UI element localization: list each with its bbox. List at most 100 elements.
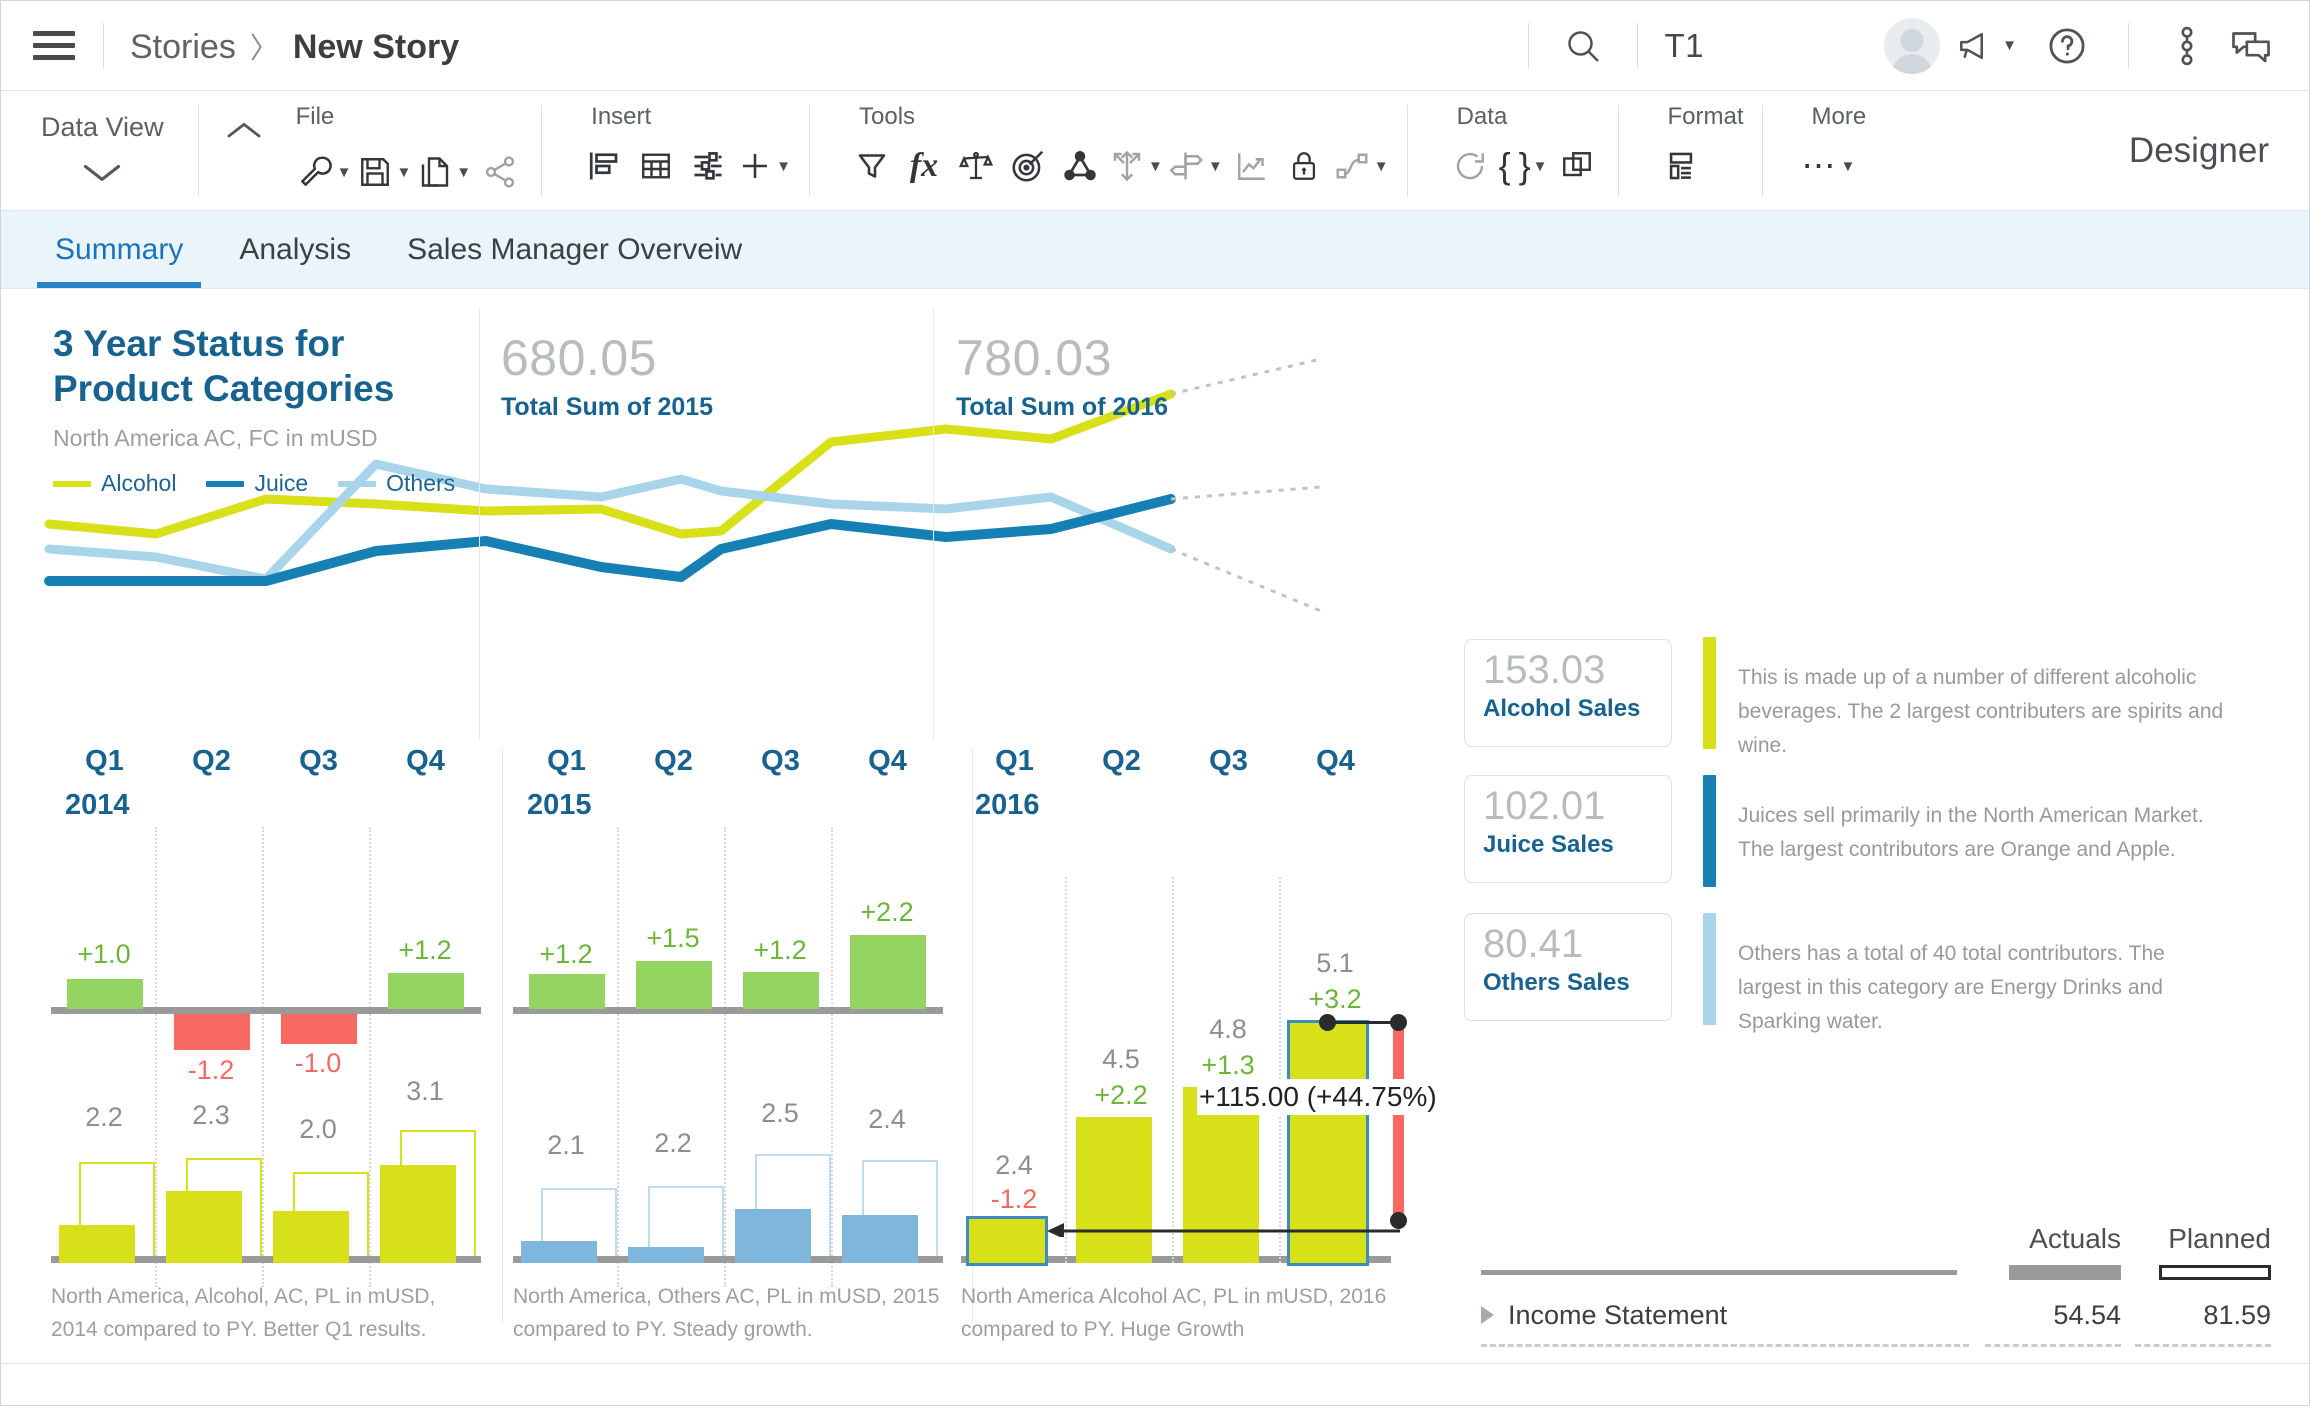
column-header-actuals[interactable]: Actuals [1971,1223,2121,1255]
variance-label: +2.2 [1094,1080,1148,1110]
row-label: Income Statement [1508,1299,1728,1330]
scales-icon[interactable] [953,142,999,190]
tab-label: Analysis [239,232,352,266]
panel-year: 2016 [975,789,1040,821]
cell-planned: 81.59 [2203,1299,2271,1330]
network-icon[interactable] [1057,142,1103,190]
help-icon[interactable] [2032,25,2102,67]
delta-indicator-bar [1393,1021,1404,1221]
legend-swatch [53,480,91,487]
chart-title-line2: Product Categories [53,368,395,410]
variance-label: -1.2 [990,1184,1038,1214]
search-icon[interactable] [1555,26,1611,66]
quarter-header: Q1 [547,745,586,777]
arrows-icon[interactable]: ▼ [1109,142,1163,190]
quarter-header: Q1 [995,745,1034,777]
actual-label: 2.1 [547,1130,585,1160]
chevron-down-icon: ▼ [1840,157,1856,175]
actual-label: 2.5 [761,1098,799,1128]
copy-icon[interactable]: ▼ [417,148,471,196]
actual-bar[interactable] [966,1216,1048,1266]
data-view-label: Data View [41,111,164,142]
total-value: 680.05 [501,330,657,386]
ribbon-group-title: File [295,103,335,130]
chevron-down-icon[interactable] [80,159,124,190]
legend-item-others[interactable]: Others [338,470,455,497]
avatar[interactable] [1884,17,1940,74]
quarter-header: Q1 [85,745,124,777]
header-rule [1481,1270,1957,1275]
designer-button[interactable]: Designer [2109,91,2309,210]
tab-sales-manager-overview[interactable]: Sales Manager Overveiw [379,211,770,288]
wrench-icon[interactable]: ▼ [296,148,352,196]
actual-bar [628,1247,704,1263]
trend-icon[interactable] [1229,142,1275,190]
quarter-headers: Q1 Q2 Q3 Q4 [961,745,1391,778]
save-icon[interactable]: ▼ [357,148,411,196]
user-tenant-label[interactable]: T1 [1664,27,1704,65]
plus-icon[interactable]: ▼ [737,142,791,190]
panel-divider [479,309,480,739]
layout-icon[interactable] [1658,142,1704,190]
chevron-down-icon: ▼ [1532,157,1548,175]
expand-triangle-icon[interactable] [1481,1306,1494,1324]
target-icon[interactable] [1005,142,1051,190]
chat-icon[interactable] [2219,26,2283,66]
legend-label: Juice [254,470,309,497]
breadcrumb-separator-icon: 〉 [249,32,279,65]
actual-label: 2.4 [995,1150,1033,1180]
flow-icon[interactable]: ▼ [1333,142,1389,190]
variance-bar [388,973,464,1009]
controls-icon[interactable] [685,142,731,190]
variance-bar [174,1014,250,1050]
divider [1637,22,1639,69]
breadcrumb-root[interactable]: Stories [130,28,236,67]
formula-icon[interactable]: fx [901,142,947,190]
ribbon-group-title: Insert [591,103,652,130]
panel-caption: North America, Alcohol, AC, PL in mUSD, … [51,1284,436,1342]
table-icon[interactable] [633,142,679,190]
chevron-down-icon: ▼ [336,163,352,181]
chevron-up-icon[interactable] [224,103,274,143]
actual-plan-area: 2.1 2.2 2.5 2.4 [513,1048,943,1263]
panel-year: 2014 [65,789,130,821]
legend-item-alcohol[interactable]: Alcohol [53,470,176,497]
legend-item-juice[interactable]: Juice [206,470,308,497]
signpost-icon[interactable]: ▼ [1169,142,1223,190]
ribbon-group-data: Data { } ▼ [1406,91,1618,210]
actual-bar [842,1215,918,1263]
total-label: Total Sum of 2016 [956,393,1169,421]
ellipsis-icon[interactable]: ⋯ ▼ [1802,142,1856,190]
hamburger-icon[interactable] [31,27,77,64]
filter-icon[interactable] [849,142,895,190]
data-view-group[interactable]: Data View [7,91,198,210]
quarter-header: Q2 [192,745,231,777]
tab-summary[interactable]: Summary [27,211,211,288]
actual-bar[interactable] [1076,1117,1152,1263]
legend-label: Alcohol [101,470,177,497]
total-label: Total Sum of 2015 [501,393,714,421]
chart-header: 3 Year Status for Product Categories Nor… [53,321,473,497]
braces-icon[interactable]: { } ▼ [1499,142,1548,190]
chart-legend: Alcohol Juice Others [53,470,473,497]
column-header-planned[interactable]: Planned [2121,1223,2271,1255]
table-row[interactable]: Income Statement 54.54 81.59 [1481,1286,2271,1344]
layers-icon[interactable] [1554,142,1600,190]
chart-icon[interactable] [581,142,627,190]
quarter-header: Q3 [1209,745,1248,777]
cell-actuals: 54.54 [2053,1299,2121,1330]
lock-icon[interactable] [1281,142,1327,190]
tab-analysis[interactable]: Analysis [211,211,379,288]
variance-bar [850,935,926,1009]
variance-bar [67,979,143,1009]
variance-label: +1.2 [398,935,452,965]
megaphone-icon[interactable]: ▼ [1940,26,2032,66]
legend-label: Others [386,470,456,497]
vertical-dots-icon[interactable] [2155,25,2219,67]
share-icon[interactable] [477,148,523,196]
planned-marker [2159,1265,2271,1280]
refresh-icon[interactable] [1447,142,1493,190]
overview-section: 3 Year Status for Product Categories Nor… [1,289,2309,1033]
actual-label: 2.0 [299,1114,337,1144]
story-app: Stories 〉 New Story T1 ▼ Data View File … [0,0,2310,1406]
